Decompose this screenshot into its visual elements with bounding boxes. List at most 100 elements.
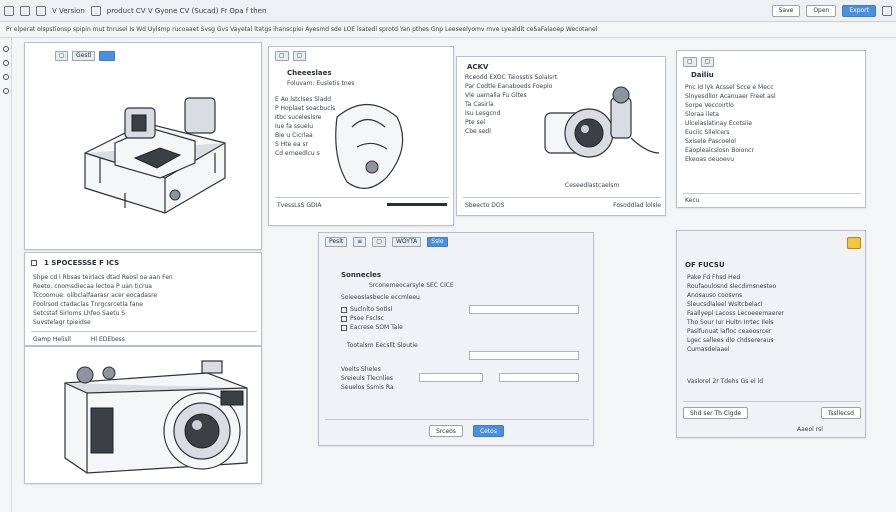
grip-illustration — [335, 104, 404, 189]
spec-row: Roufaoulosnd slecdimsnesteo — [687, 283, 777, 290]
form-row: Setcstaf Sirloms Lhfeo Saetu S — [33, 310, 126, 317]
input-field[interactable] — [469, 305, 579, 314]
window-title: product CV V Gyone CV (Sucad) Fr Opa f t… — [106, 6, 267, 15]
form-row: Suvstelagr tpieidse — [33, 319, 91, 326]
export-button[interactable]: Export — [842, 4, 876, 17]
process-form-panel: 1 SPOCESSSE F ICS Shpe cd l Rbsas teirla… — [24, 252, 262, 346]
panel-tab[interactable]: ▢ — [700, 57, 715, 67]
panel-title: ACKV — [467, 63, 489, 71]
grid-icon[interactable] — [882, 5, 892, 16]
spec-row: Lgec sallees dle chdsereraus — [687, 337, 774, 344]
tool-select-icon[interactable] — [2, 46, 9, 52]
top-toolbar: V Version product CV V Gyone CV (Sucad) … — [0, 0, 896, 22]
spec-row: Faallyepl Lacoss Lecoeeemaerer — [687, 310, 785, 317]
spec-row: Ekeoas oeuoevu — [685, 156, 735, 163]
spec-row: Cumasdelaael — [687, 346, 730, 353]
panel-title: OF FUCSU — [685, 261, 725, 269]
dropdown[interactable] — [419, 373, 483, 382]
tab-peslt[interactable]: Peslt — [325, 237, 348, 247]
spec-row: Rceodd EXOC Taiosstis Solalsrt — [465, 74, 558, 81]
panel-tabs: ◻ Gestl — [55, 51, 116, 61]
preview-panel-drone[interactable]: ◻ Gestl — [24, 42, 262, 250]
tab-gestl[interactable]: Gestl — [71, 51, 96, 61]
panel-tab[interactable]: ▢ — [683, 57, 697, 67]
action-button[interactable]: Shd ser Th Clgde — [683, 407, 749, 419]
spec-row: Slnyesdllor Acanuaer Freet asl — [685, 93, 776, 100]
tab-2[interactable]: ▢ — [372, 237, 386, 247]
spec-row: Tho Sour Iur Hultn Irrtec Ilels — [687, 319, 774, 326]
left-toolbar — [0, 38, 12, 512]
dialog-field[interactable]: Eacrese SOM Tale — [341, 323, 403, 332]
tab-active[interactable] — [99, 51, 116, 61]
camera-illustration — [64, 360, 248, 474]
pen-icon[interactable] — [20, 5, 30, 16]
dialog-field[interactable]: Suclnlto Sotlsl — [341, 305, 403, 314]
preview-panel-camera[interactable] — [24, 346, 262, 484]
spec-row: Eaoplealcslosn Boioncr — [685, 147, 754, 154]
stats-line: Vaslorel 2r Tdehs Gs el ld — [687, 378, 763, 385]
panel-checkbox[interactable] — [31, 260, 37, 266]
form-row: Shpe cd l Rbsas teirlacs dtad Reosl oa a… — [33, 274, 173, 281]
spec-row: Paslfunuat lafloc ceaeosrcer — [687, 328, 772, 335]
dialog-field[interactable]: Psoe Fsclsc — [341, 314, 403, 323]
tab-icon[interactable]: ◻ — [55, 51, 68, 61]
spec-row: Sloraa ileta — [685, 111, 719, 118]
secondary-button[interactable]: Tssllecsd — [820, 407, 861, 419]
tab-ssle[interactable]: Ssle — [427, 237, 448, 247]
dialog-note: Tootalsm Eecsllt Sloutie — [347, 342, 418, 349]
divider — [683, 193, 861, 194]
spec-row: Anosauso coosvns — [687, 292, 743, 299]
tab-arrows[interactable]: ≡ — [353, 237, 367, 247]
form-row: Tccoomue: olibclalfaarasr acer eocadasre — [33, 292, 158, 299]
dialog-title: Sonnecles — [341, 271, 382, 279]
list-item[interactable]: Voelts Sheles — [341, 365, 394, 374]
save-button[interactable]: Save — [771, 4, 801, 17]
cancel-button[interactable]: Cetos — [472, 425, 504, 437]
input-field[interactable] — [469, 351, 579, 360]
spec-panel-right[interactable]: OF FUCSU Pake Fd Fhsd Hed Roufaoulosnd s… — [676, 230, 866, 438]
settings-dialog[interactable]: Peslt ≡ ▢ WOYTA Ssle Sonnecles Srconemeo… — [318, 232, 594, 446]
spec-row: Euciic Sllelcers — [685, 129, 730, 136]
list-item[interactable]: Sreieuls Tlecnlies — [341, 374, 394, 383]
panel-tab[interactable]: ▢ — [292, 51, 307, 61]
divider — [31, 331, 257, 332]
menu-bar[interactable]: Pr elperat olspstionsp spipin mut tnruse… — [0, 24, 896, 38]
footer-left[interactable]: Sbeecto DOS — [465, 201, 504, 210]
spec-panel-c[interactable]: ▢ ▢ Cheeeslaes Foluvam: Eusletis tnes E … — [268, 46, 454, 226]
spec-row: Sleucsdlaleel Wsltcbelacl — [687, 301, 763, 308]
progress-bar — [387, 203, 447, 206]
spec-row: Ulcelaslatinay Ecotsiie — [685, 120, 753, 127]
spec-row: Sxisele Pascoelol — [685, 138, 736, 145]
panel-tab[interactable]: ▢ — [275, 51, 289, 61]
tab-woyta[interactable]: WOYTA — [391, 237, 422, 247]
tool-zoom-icon[interactable] — [2, 60, 9, 66]
footer-right-link[interactable]: Hl EDEbess — [91, 335, 125, 344]
drone-illustration — [84, 97, 226, 214]
divider — [683, 401, 861, 402]
form-row: Reeto: cnomsdiecaa lectoa P uan ticrua — [33, 283, 152, 290]
dropdown[interactable] — [499, 373, 579, 382]
open-button[interactable]: Open — [806, 4, 837, 17]
group-label: Soieeoslasbecle eccmleeu — [341, 294, 420, 301]
document-label: V Version — [52, 6, 85, 15]
tool-pan-icon[interactable] — [2, 74, 9, 80]
divider — [275, 197, 449, 198]
spec-row: Sorpe Veccoirtlo — [685, 102, 734, 109]
panel-title: Dailiu — [691, 71, 714, 79]
spec-row: Pnc Id lyk Acssel Scce e Mecc — [685, 84, 774, 91]
spec-row: Pake Fd Fhsd Hed — [687, 274, 741, 281]
footer-right[interactable]: Fosoddlad lolsle — [613, 201, 661, 210]
back-icon[interactable] — [4, 5, 14, 16]
panel-footer: TvessLsS GDIA — [277, 202, 322, 209]
ok-button[interactable]: Srceos — [429, 425, 463, 437]
text-icon[interactable] — [90, 5, 101, 16]
footer-left-link[interactable]: Gamp Helisll — [33, 335, 71, 344]
panel-footer: Kecu — [685, 197, 700, 204]
spec-panel-e[interactable]: ▢ ▢ Dailiu Pnc Id lyk Acssel Scce e Mecc… — [676, 50, 866, 208]
folder-icon[interactable] — [847, 237, 861, 249]
list-item[interactable]: Seuelos Ssmis Ra — [341, 383, 394, 392]
spec-panel-d[interactable]: ACKV Rceodd EXOC Taiosstis Solalsrt Par … — [456, 56, 666, 216]
panel-title: 1 SPOCESSSE F ICS — [44, 259, 120, 267]
tool-settings-icon[interactable] — [2, 88, 9, 94]
edit-icon[interactable] — [36, 5, 46, 16]
